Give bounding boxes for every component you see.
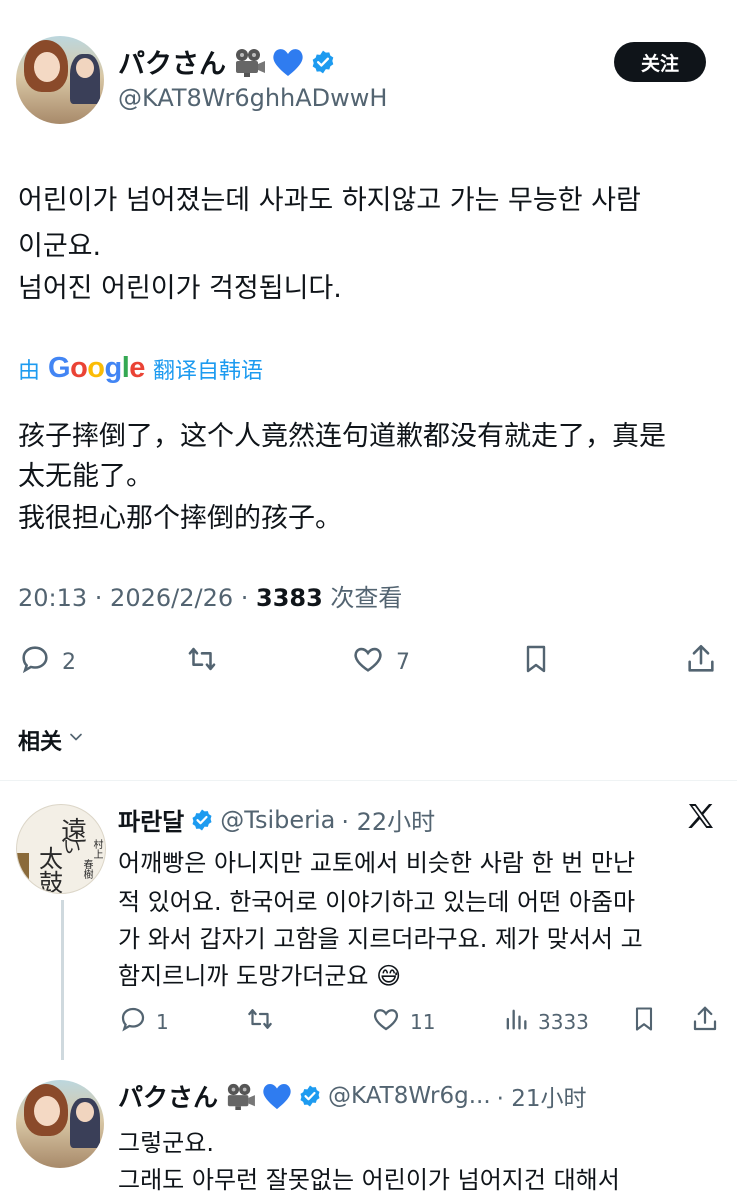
reply-author-handle[interactable]: @KAT8Wr6g... [328, 1083, 491, 1109]
reply-timestamp[interactable]: · 22小时 [341, 802, 435, 837]
related-toggle[interactable]: 相关 [18, 724, 86, 756]
google-logo: Google [48, 352, 145, 384]
reply-author-avatar[interactable]: 遠 い 太 鼓 村上 春樹 [16, 804, 106, 894]
follow-button[interactable]: 关注 [614, 42, 706, 82]
like-button[interactable]: 11 [370, 1004, 435, 1039]
share-button[interactable] [684, 642, 718, 682]
reply-text-line: 함지르니까 도망가더군요 😅 [118, 962, 402, 990]
like-icon [350, 642, 386, 682]
views-icon [502, 1004, 530, 1039]
retweet-button[interactable] [184, 642, 220, 682]
translate-prefix: 由 [18, 358, 41, 384]
blue-heart-icon [262, 1082, 292, 1110]
share-button[interactable] [690, 1004, 720, 1039]
reply-text-line: 그렇군요. [118, 1129, 214, 1157]
verified-badge-icon[interactable] [298, 1084, 322, 1108]
translate-suffix: 翻译自韩语 [152, 358, 263, 384]
reply-author-handle[interactable]: @Tsiberia [220, 806, 335, 834]
reply-text-line: 적 있어요. 한국어로 이야기하고 있는데 어떤 아줌마 [118, 888, 636, 916]
reply-text-line: 그래도 아무런 잘못없는 어린이가 넘어지건 대해서 [118, 1166, 620, 1194]
post-text-line: 어린이가 넘어졌는데 사과도 하지않고 가는 무능한 사람 [18, 185, 641, 216]
reply-icon [18, 642, 52, 682]
reply-icon [118, 1004, 148, 1039]
post-text-line: 넘어진 어린이가 걱정됩니다. [18, 273, 342, 304]
reply-count: 2 [62, 649, 76, 675]
section-divider [0, 780, 737, 781]
author-name-row: パクさん [118, 42, 336, 81]
bookmark-button[interactable] [520, 642, 552, 682]
translated-text-line: 我很担心那个摔倒的孩子。 [18, 503, 342, 534]
translation-attribution[interactable]: 由 Google 翻译自韩语 [18, 352, 263, 385]
reply-author-name[interactable]: パクさん [118, 1078, 218, 1114]
thread-line [61, 900, 64, 1060]
avatar-book-char: 春樹 [81, 859, 92, 879]
author-name[interactable]: パクさん [118, 42, 226, 81]
projector-emoji-icon [224, 1082, 256, 1110]
reply-button[interactable]: 2 [18, 642, 76, 682]
like-button[interactable]: 7 [350, 642, 410, 682]
author-handle[interactable]: @KAT8Wr6ghhADwwH [118, 84, 387, 112]
reply-name-row: パクさん @KAT8Wr6g... · 21小时 [118, 1078, 587, 1114]
avatar-book-char: 鼓 [39, 869, 63, 894]
projector-emoji-icon [232, 47, 266, 77]
like-icon [370, 1004, 402, 1039]
x-logo-icon [684, 800, 718, 836]
reply-count: 1 [156, 1009, 169, 1034]
like-count: 7 [396, 649, 410, 675]
reply-text-line: 어깨빵은 아니지만 교토에서 비슷한 사람 한 번 만난 [118, 849, 636, 877]
reply-text-line: 가 와서 갑자기 고함을 지르더라구요. 제가 맞서서 고 [118, 925, 643, 953]
retweet-button[interactable] [244, 1004, 276, 1039]
view-count: 3333 [538, 1009, 589, 1034]
share-icon [684, 642, 718, 682]
bookmark-icon [520, 642, 552, 682]
post-timestamp[interactable]: 20:13 · 2026/2/26 · [18, 584, 256, 612]
author-avatar[interactable] [16, 36, 104, 124]
chevron-down-icon [66, 727, 86, 753]
post-text-line: 이군요. [18, 231, 102, 262]
related-label: 相关 [18, 730, 63, 755]
reply-button[interactable]: 1 [118, 1004, 169, 1039]
translated-text-line: 孩子摔倒了，这个人竟然连句道歉都没有就走了，真是 [18, 421, 666, 452]
bookmark-button[interactable] [630, 1004, 658, 1039]
view-count: 3383 [256, 584, 323, 612]
views-button[interactable]: 3333 [502, 1004, 589, 1039]
like-count: 11 [410, 1009, 436, 1034]
share-icon [690, 1004, 720, 1039]
retweet-icon [244, 1004, 276, 1039]
blue-heart-icon [272, 47, 304, 77]
verified-badge-icon[interactable] [190, 808, 214, 832]
bookmark-icon [630, 1004, 658, 1039]
avatar-book-char: 村上 [91, 839, 102, 859]
verified-badge-icon[interactable] [310, 49, 336, 75]
reply-author-avatar[interactable] [16, 1080, 104, 1168]
reply-name-row: 파란달 @Tsiberia · 22小时 [118, 802, 435, 837]
translated-text-line: 太无能了。 [18, 461, 153, 492]
retweet-icon [184, 642, 220, 682]
reply-timestamp[interactable]: · 21小时 [497, 1079, 587, 1113]
reply-author-name[interactable]: 파란달 [118, 802, 184, 837]
views-label: 次查看 [322, 584, 403, 612]
post-meta: 20:13 · 2026/2/26 · 3383 次查看 [18, 578, 402, 613]
avatar-book-char: い [63, 837, 81, 858]
